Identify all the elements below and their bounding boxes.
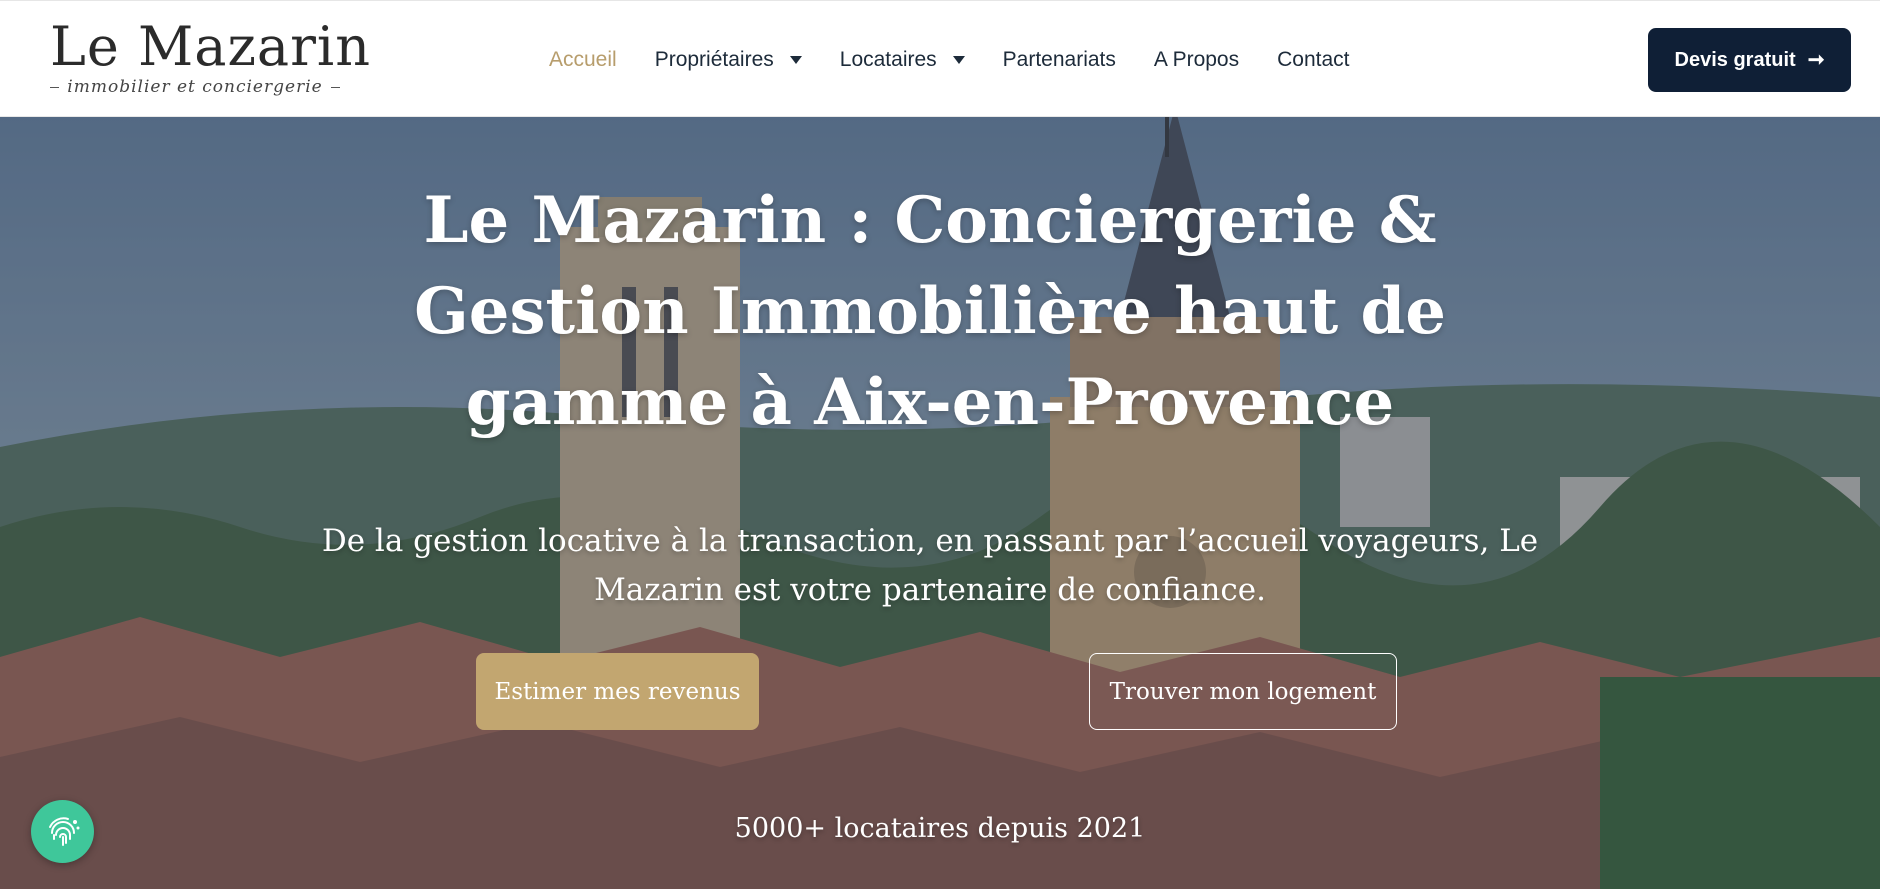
- caret-down-icon: [952, 55, 965, 64]
- privacy-widget-button[interactable]: [31, 800, 94, 863]
- site-header: Le Mazarin immobilier et conciergerie Ac…: [0, 0, 1880, 117]
- logo-divider-right: [330, 86, 340, 88]
- arrow-right-icon: ➞: [1807, 49, 1825, 71]
- logo-tagline-text: immobilier et conciergerie: [67, 77, 323, 97]
- nav-item-a-propos[interactable]: A Propos: [1154, 48, 1239, 72]
- estimer-revenus-button[interactable]: Estimer mes revenus: [476, 653, 759, 730]
- nav-item-partenariats[interactable]: Partenariats: [1003, 48, 1116, 72]
- hero-section: Le Mazarin : Conciergerie & Gestion Immo…: [0, 117, 1880, 889]
- estimer-revenus-label: Estimer mes revenus: [494, 678, 741, 705]
- logo[interactable]: Le Mazarin immobilier et conciergerie: [50, 15, 370, 105]
- devis-gratuit-button[interactable]: Devis gratuit ➞: [1648, 28, 1851, 92]
- nav-item-label: Propriétaires: [654, 47, 774, 71]
- trouver-logement-button[interactable]: Trouver mon logement: [1089, 653, 1397, 730]
- trouver-logement-label: Trouver mon logement: [1109, 678, 1377, 705]
- nav-item-contact[interactable]: Contact: [1277, 48, 1349, 72]
- caret-down-icon: [789, 55, 802, 64]
- nav-item-label: Locataires: [839, 47, 937, 71]
- hero-title: Le Mazarin : Conciergerie & Gestion Immo…: [414, 183, 1446, 440]
- fingerprint-icon: [48, 816, 79, 846]
- nav-item-label: A Propos: [1153, 47, 1240, 71]
- nav-item-label: Accueil: [549, 47, 617, 71]
- nav-item-label: Partenariats: [1002, 47, 1116, 71]
- tenant-count-stat: 5000+ locataires depuis 2021: [734, 813, 1146, 844]
- nav-item-locataires[interactable]: Locataires: [840, 48, 965, 72]
- devis-gratuit-label: Devis gratuit: [1674, 48, 1796, 71]
- logo-name: Le Mazarin: [50, 15, 371, 78]
- nav-item-accueil[interactable]: Accueil: [549, 48, 617, 72]
- nav-item-proprietaires[interactable]: Propriétaires: [655, 48, 802, 72]
- logo-tagline: immobilier et conciergerie: [50, 77, 340, 97]
- main-nav: Accueil Propriétaires Locataires Partena…: [549, 1, 1388, 118]
- logo-divider-left: [50, 86, 60, 88]
- hero-subtitle: De la gestion locative à la transaction,…: [321, 523, 1539, 608]
- nav-item-label: Contact: [1277, 47, 1350, 71]
